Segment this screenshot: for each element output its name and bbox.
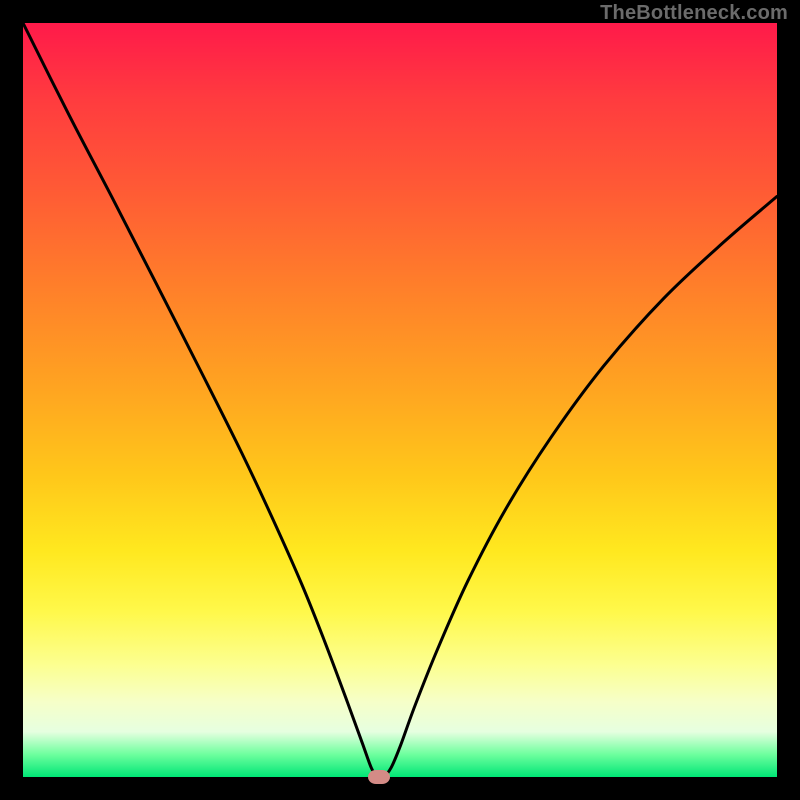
- current-point-marker: [368, 770, 390, 784]
- curve-svg: [23, 23, 777, 777]
- watermark-text: TheBottleneck.com: [600, 2, 788, 25]
- chart-frame: TheBottleneck.com: [0, 0, 800, 800]
- plot-area: [23, 23, 777, 777]
- bottleneck-curve: [23, 23, 777, 778]
